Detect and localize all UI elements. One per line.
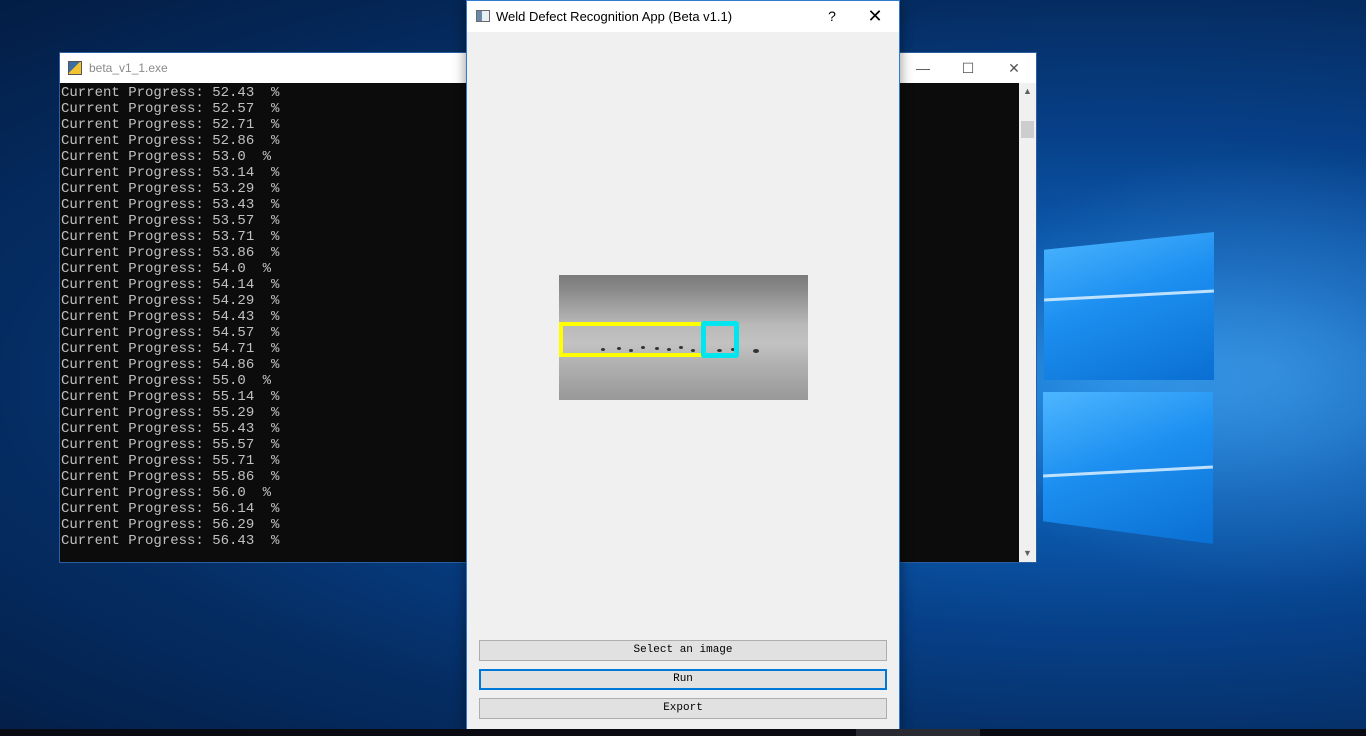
app-title: Weld Defect Recognition App (Beta v1.1) [496,9,733,24]
console-title: beta_v1_1.exe [89,61,168,75]
scroll-up-icon[interactable]: ▲ [1019,83,1036,100]
run-button[interactable]: Run [479,669,887,690]
app-window-icon [476,10,490,22]
close-button[interactable]: ✕ [859,1,891,32]
defect-box-yellow [559,322,705,357]
scroll-down-icon[interactable]: ▼ [1019,545,1036,562]
console-app-icon [68,61,82,75]
taskbar-item[interactable] [856,729,980,736]
close-icon[interactable]: ✕ [991,53,1037,83]
minimize-icon[interactable]: — [900,53,946,83]
console-scrollbar[interactable]: ▲ ▼ [1019,83,1036,562]
weld-app-window: Weld Defect Recognition App (Beta v1.1) … [466,0,900,730]
help-button[interactable]: ? [819,1,845,32]
weld-radiograph-image [559,275,808,400]
taskbar[interactable] [0,729,1366,736]
export-button[interactable]: Export [479,698,887,719]
app-titlebar[interactable]: Weld Defect Recognition App (Beta v1.1) … [467,1,899,32]
select-image-button[interactable]: Select an image [479,640,887,661]
maximize-icon[interactable]: ☐ [945,53,991,83]
defect-box-cyan [701,321,739,358]
scrollbar-thumb[interactable] [1021,121,1034,138]
